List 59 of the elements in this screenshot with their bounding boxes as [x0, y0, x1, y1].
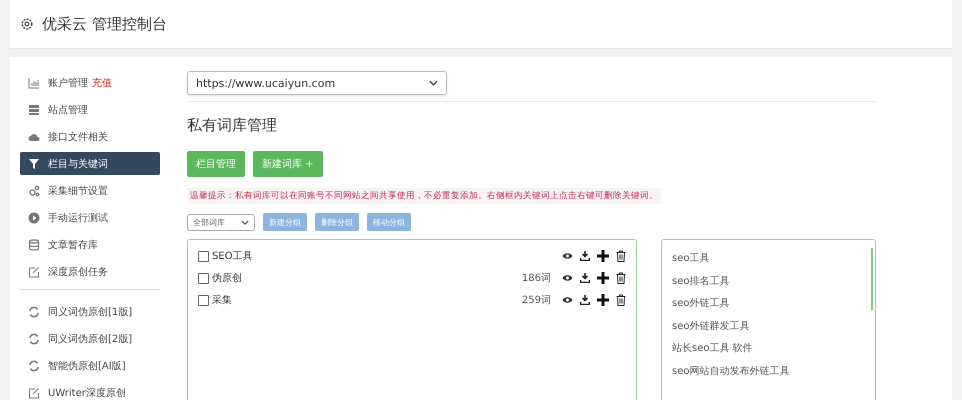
- keyword-item[interactable]: seo外链群发工具: [672, 316, 865, 338]
- checkbox[interactable]: [198, 294, 209, 306]
- gears-icon: [28, 184, 40, 196]
- word-count: 186词: [522, 272, 551, 285]
- sidebar-item[interactable]: 站点管理: [20, 98, 160, 121]
- refresh-icon: [28, 332, 40, 344]
- tip-text: 温馨提示：私有词库可以在同账号不同网站之间共享使用，不必重复添加。右侧框内关键词上点击右键可删除关键词。: [187, 188, 661, 204]
- sidebar-item[interactable]: 栏目与关键词: [20, 152, 160, 175]
- download-icon[interactable]: [580, 295, 590, 305]
- site-select[interactable]: https://www.ucaiyun.com: [187, 71, 447, 95]
- server-icon: [28, 104, 40, 116]
- library-name[interactable]: SEO工具: [212, 249, 253, 263]
- plus-icon[interactable]: [597, 250, 609, 262]
- page-heading: 私有词库管理: [187, 116, 278, 135]
- library-name[interactable]: 采集: [212, 293, 232, 307]
- sidebar-item[interactable]: 手动运行测试: [20, 206, 160, 229]
- checkbox[interactable]: [198, 272, 209, 284]
- sidebar-item[interactable]: 接口文件相关: [20, 125, 160, 148]
- database-icon: [28, 238, 40, 250]
- library-select[interactable]: 全部词库: [187, 214, 255, 230]
- sidebar-item[interactable]: 文章暂存库: [20, 233, 160, 256]
- settings-icon: [20, 17, 34, 31]
- library-name[interactable]: 伪原创: [212, 271, 242, 285]
- sidebar-item[interactable]: 智能伪原创[AI版]: [20, 354, 160, 377]
- sidebar-item[interactable]: 同义词伪原创[1版]: [20, 300, 160, 323]
- refresh-icon: [28, 306, 40, 318]
- edit-icon: [28, 266, 40, 278]
- scrollbar[interactable]: [871, 248, 873, 310]
- keyword-item[interactable]: 站长seo工具 软件: [672, 338, 865, 360]
- plus-icon[interactable]: [597, 294, 609, 306]
- plus-icon[interactable]: [597, 272, 609, 284]
- refresh-icon: [28, 360, 40, 372]
- filter-icon: [28, 158, 40, 170]
- download-icon[interactable]: [580, 273, 590, 283]
- keyword-item[interactable]: seo网站自动发布外链工具: [672, 360, 865, 383]
- sidebar-item[interactable]: 采集细节设置: [20, 179, 160, 202]
- download-icon[interactable]: [580, 251, 590, 261]
- checkbox[interactable]: [198, 250, 209, 262]
- sidebar-item[interactable]: 账户管理 充值: [20, 71, 160, 94]
- eye-icon[interactable]: [562, 296, 573, 304]
- edit-icon: [28, 386, 40, 398]
- play-icon: [28, 212, 40, 224]
- trash-icon[interactable]: [616, 250, 626, 262]
- keyword-item[interactable]: seo排名工具: [672, 270, 865, 293]
- word-count: 259词: [522, 294, 551, 307]
- sidebar-item[interactable]: UWriter深度原创: [20, 381, 160, 400]
- bar-chart-icon: [28, 76, 40, 88]
- keyword-item[interactable]: seo外链工具: [672, 293, 865, 316]
- recharge-link[interactable]: 充值: [92, 76, 112, 90]
- trash-icon[interactable]: [616, 272, 626, 284]
- app-title: 优采云 管理控制台: [42, 14, 167, 34]
- trash-icon[interactable]: [616, 294, 626, 306]
- caret-icon: [241, 220, 249, 224]
- eye-icon[interactable]: [562, 252, 573, 260]
- sidebar-item[interactable]: 深度原创任务: [20, 260, 160, 283]
- eye-icon[interactable]: [562, 274, 573, 282]
- caret-icon: [429, 80, 438, 86]
- sidebar-item[interactable]: 同义词伪原创[2版]: [20, 327, 160, 350]
- keyword-item[interactable]: seo工具: [672, 248, 865, 270]
